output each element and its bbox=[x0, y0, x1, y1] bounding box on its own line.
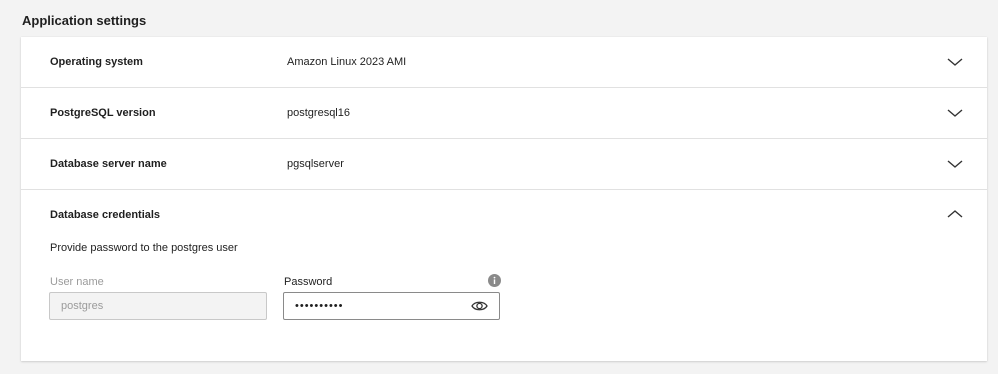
password-label: Password bbox=[284, 276, 333, 288]
chevron-down-icon[interactable] bbox=[947, 106, 963, 120]
password-field[interactable] bbox=[283, 292, 500, 320]
row-database-server-name[interactable]: Database server name pgsqlserver bbox=[21, 139, 987, 190]
chevron-down-icon[interactable] bbox=[947, 55, 963, 69]
row-label: PostgreSQL version bbox=[50, 107, 156, 119]
chevron-up-icon[interactable] bbox=[947, 207, 963, 221]
credentials-header[interactable]: Database credentials bbox=[21, 190, 987, 238]
chevron-down-icon[interactable] bbox=[947, 157, 963, 171]
row-value: postgresql16 bbox=[287, 107, 350, 119]
row-value: pgsqlserver bbox=[287, 158, 344, 170]
row-postgresql-version[interactable]: PostgreSQL version postgresql16 bbox=[21, 88, 987, 139]
row-value: Amazon Linux 2023 AMI bbox=[287, 56, 407, 68]
row-label: Database server name bbox=[50, 158, 167, 170]
eye-icon[interactable] bbox=[471, 299, 488, 313]
username-label: User name bbox=[50, 276, 104, 288]
row-operating-system[interactable]: Operating system Amazon Linux 2023 AMI bbox=[21, 37, 987, 88]
page-title: Application settings bbox=[22, 13, 147, 28]
row-label: Database credentials bbox=[50, 209, 161, 221]
credentials-description: Provide password to the postgres user bbox=[50, 242, 238, 254]
username-field[interactable] bbox=[49, 292, 267, 320]
section-database-credentials: Database credentials Provide password to… bbox=[21, 190, 987, 361]
settings-panel: Operating system Amazon Linux 2023 AMI P… bbox=[21, 37, 987, 361]
info-icon[interactable] bbox=[488, 274, 501, 287]
row-label: Operating system bbox=[50, 56, 143, 68]
